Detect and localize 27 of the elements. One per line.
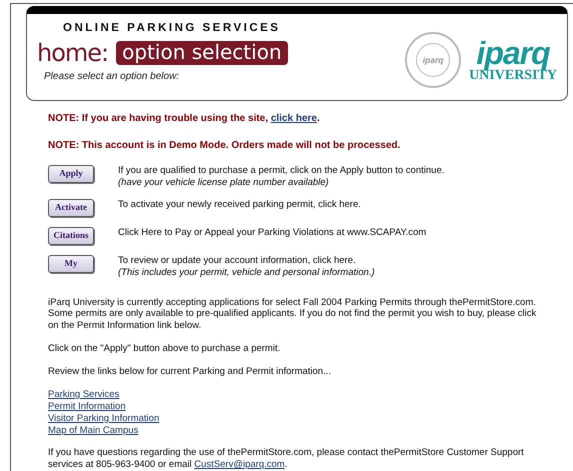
info-link[interactable]: Parking Services [48, 388, 120, 400]
info-paragraph: iParq University is currently accepting applications for select Fall 2004 Parking Permits through thePermitStore.com. Some permits are only available to pre-qualified applicants. If you do not find the permit you wish to buy, please click on the Permit Information link below. [48, 296, 538, 332]
info-paragraph: Review the links below for current Parking and Permit information... [48, 366, 332, 378]
seal-text: iparq [416, 43, 450, 77]
info-link[interactable]: Visitor Parking Information [48, 412, 160, 424]
home-label: home: [37, 41, 108, 66]
info-paragraph: Click on the "Apply" button above to purchase a permit. [48, 343, 282, 355]
logo-subtitle: UNIVERSITY [469, 69, 557, 83]
option-description: Click Here to Pay or Appeal your Parking Violations at www.SCAPAY.com [118, 226, 426, 239]
option-button[interactable]: Activate [48, 198, 94, 217]
option-description: To activate your newly received parking permit, click here. [118, 198, 361, 211]
contact-paragraph: If you have questions regarding the use of thePermitStore.com, please contact thePermitStore Customer Support services at 805-963-9400 or email CustServ@iparq.com. [48, 447, 525, 471]
option-button[interactable]: My [48, 254, 94, 273]
option-description: If you are qualified to purchase a permit, click on the Apply button to continue. (have your vehicle license plate number available) [118, 165, 444, 189]
info-link[interactable]: Map of Main Campus [48, 424, 138, 436]
notice-text: NOTE: This account is in Demo Mode. Orders made will not be processed. [48, 139, 402, 153]
info-link[interactable]: Permit Information [48, 400, 126, 412]
section-title: option selection [116, 41, 288, 66]
email-link[interactable]: CustServ@iparq.com [194, 459, 285, 470]
option-button[interactable]: Apply [48, 165, 94, 183]
option-description: To review or update your account information, click here. (This includes your permit, vehicle and personal information.) [118, 254, 375, 278]
prompt-text: Please select an option below: [44, 70, 180, 84]
service-title: ONLINE PARKING SERVICES [63, 21, 282, 36]
notice-text: NOTE: If you are having trouble using the site, click here. [48, 112, 321, 126]
logo-name: iparq [476, 37, 550, 69]
option-button[interactable]: Citations [48, 226, 94, 245]
help-link[interactable]: click here [270, 113, 317, 124]
